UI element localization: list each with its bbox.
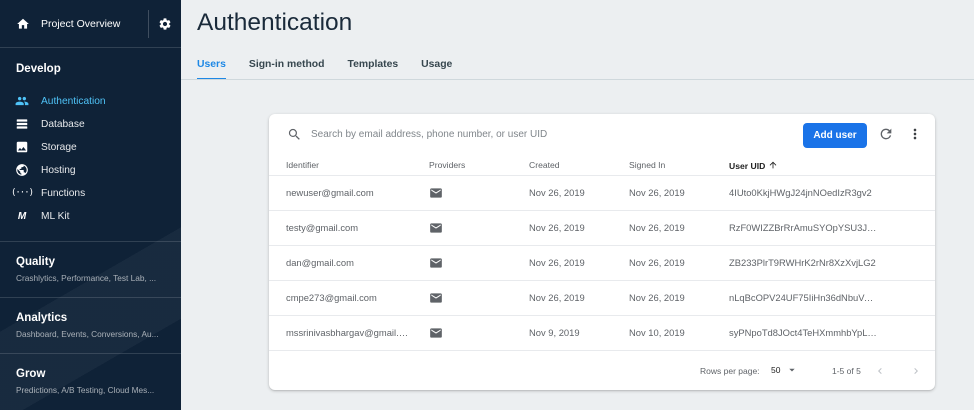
globe-icon bbox=[15, 163, 29, 177]
page-title: Authentication bbox=[197, 9, 353, 36]
sidebar-item-hosting[interactable]: Hosting bbox=[0, 159, 181, 181]
table-row[interactable]: cmpe273@gmail.com Nov 26, 2019 Nov 26, 2… bbox=[269, 280, 935, 315]
dropdown-arrow-icon bbox=[787, 365, 797, 375]
cell-user-uid: ZB233PlrT9RWHrK2rNr8XzXvjLG2 bbox=[729, 257, 876, 268]
quality-section-title[interactable]: Quality bbox=[16, 256, 55, 268]
cell-user-uid: nLqBcOPV24UF75IiHn36dNbuVAu1 bbox=[729, 292, 879, 303]
chevron-left-icon[interactable] bbox=[874, 364, 886, 376]
analytics-section-title[interactable]: Analytics bbox=[16, 312, 67, 324]
email-icon bbox=[429, 175, 445, 210]
tab-bar: Users Sign-in method Templates Usage bbox=[197, 50, 475, 80]
cell-user-uid: 4IUto0KkjHWgJ24jnNOedIzR3gv2 bbox=[729, 187, 872, 198]
sidebar-item-label: ML Kit bbox=[41, 210, 70, 222]
photo-icon bbox=[15, 140, 29, 154]
table-row[interactable]: dan@gmail.com Nov 26, 2019 Nov 26, 2019 … bbox=[269, 245, 935, 280]
grow-section-title[interactable]: Grow bbox=[16, 368, 45, 380]
grow-section-subtitle: Predictions, A/B Testing, Cloud Mes... bbox=[16, 385, 155, 395]
develop-section-title: Develop bbox=[16, 63, 61, 75]
table-row[interactable]: mssrinivasbhargav@gmail.c... Nov 9, 2019… bbox=[269, 315, 935, 350]
settings-button[interactable] bbox=[149, 0, 181, 48]
search-icon bbox=[287, 127, 302, 142]
cell-signed-in: Nov 10, 2019 bbox=[629, 327, 685, 338]
sidebar-item-ml-kit[interactable]: M ML Kit bbox=[0, 205, 181, 227]
email-icon bbox=[429, 210, 445, 245]
cell-signed-in: Nov 26, 2019 bbox=[629, 222, 685, 233]
row-divider bbox=[269, 350, 935, 351]
sidebar-item-label: Functions bbox=[41, 187, 86, 199]
gear-icon bbox=[158, 17, 172, 31]
sidebar-item-label: Storage bbox=[41, 141, 77, 153]
cell-identifier: mssrinivasbhargav@gmail.c... bbox=[286, 327, 411, 338]
rows-per-page-select[interactable]: 50 bbox=[766, 363, 800, 377]
sidebar-item-storage[interactable]: Storage bbox=[0, 136, 181, 158]
sidebar-item-label: Database bbox=[41, 118, 85, 130]
sidebar: Project Overview Develop Authentication … bbox=[0, 0, 181, 410]
column-header-providers: Providers bbox=[429, 160, 466, 170]
column-header-signed-in[interactable]: Signed In bbox=[629, 160, 665, 170]
tab-sign-in-method[interactable]: Sign-in method bbox=[249, 50, 325, 80]
project-overview-link[interactable]: Project Overview bbox=[0, 0, 148, 48]
email-icon bbox=[429, 245, 445, 280]
rows-per-page-value: 50 bbox=[771, 365, 781, 375]
cell-signed-in: Nov 26, 2019 bbox=[629, 187, 685, 198]
cell-signed-in: Nov 26, 2019 bbox=[629, 292, 685, 303]
chevron-right-icon[interactable] bbox=[910, 364, 922, 376]
sidebar-divider bbox=[0, 241, 181, 242]
email-icon bbox=[429, 315, 445, 350]
quality-section-subtitle: Crashlytics, Performance, Test Lab, ... bbox=[16, 273, 157, 283]
tab-users[interactable]: Users bbox=[197, 50, 226, 80]
sidebar-item-functions[interactable]: (···) Functions bbox=[0, 182, 181, 204]
home-icon bbox=[16, 17, 30, 31]
cell-created: Nov 26, 2019 bbox=[529, 257, 585, 268]
sidebar-divider bbox=[0, 353, 181, 354]
tabs-divider bbox=[181, 79, 974, 80]
more-vert-icon[interactable] bbox=[907, 126, 923, 142]
add-user-button[interactable]: Add user bbox=[803, 123, 867, 148]
people-icon bbox=[15, 94, 29, 108]
cell-identifier: cmpe273@gmail.com bbox=[286, 292, 377, 303]
sidebar-item-database[interactable]: Database bbox=[0, 113, 181, 135]
cell-created: Nov 9, 2019 bbox=[529, 327, 580, 338]
project-overview-row: Project Overview bbox=[0, 0, 181, 48]
email-icon bbox=[429, 280, 445, 315]
analytics-section-subtitle: Dashboard, Events, Conversions, Au... bbox=[16, 329, 159, 339]
tab-usage[interactable]: Usage bbox=[421, 50, 452, 80]
pagination-range: 1-5 of 5 bbox=[832, 366, 861, 376]
cell-created: Nov 26, 2019 bbox=[529, 222, 585, 233]
column-header-identifier[interactable]: Identifier bbox=[286, 160, 319, 170]
arrow-up-icon bbox=[768, 160, 778, 170]
sidebar-divider bbox=[0, 297, 181, 298]
refresh-icon[interactable] bbox=[878, 126, 894, 142]
column-header-user-uid-label: User UID bbox=[729, 161, 766, 171]
functions-icon: (···) bbox=[10, 188, 34, 198]
database-icon bbox=[15, 117, 29, 131]
table-row[interactable]: newuser@gmail.com Nov 26, 2019 Nov 26, 2… bbox=[269, 175, 935, 210]
cell-created: Nov 26, 2019 bbox=[529, 292, 585, 303]
column-header-created[interactable]: Created bbox=[529, 160, 560, 170]
cell-identifier: testy@gmail.com bbox=[286, 222, 359, 233]
sidebar-watermark bbox=[0, 210, 181, 410]
ml-kit-icon: M bbox=[17, 210, 27, 222]
table-row[interactable]: testy@gmail.com Nov 26, 2019 Nov 26, 201… bbox=[269, 210, 935, 245]
cell-user-uid: RzF0WIZZBrRrAmuSYOpYSU3JpB... bbox=[729, 222, 879, 233]
cell-identifier: dan@gmail.com bbox=[286, 257, 354, 268]
cell-signed-in: Nov 26, 2019 bbox=[629, 257, 685, 268]
tab-templates[interactable]: Templates bbox=[348, 50, 399, 80]
rows-per-page-label: Rows per page: bbox=[700, 366, 760, 376]
cell-identifier: newuser@gmail.com bbox=[286, 187, 374, 198]
cell-user-uid: syPNpoTd8JOct4TeHXmmhbYpL0... bbox=[729, 327, 879, 338]
sidebar-item-label: Authentication bbox=[41, 95, 106, 107]
sidebar-item-label: Hosting bbox=[41, 164, 76, 176]
search-input[interactable] bbox=[311, 125, 731, 143]
column-header-user-uid[interactable]: User UID bbox=[729, 160, 778, 171]
cell-created: Nov 26, 2019 bbox=[529, 187, 585, 198]
sidebar-item-authentication[interactable]: Authentication bbox=[0, 90, 181, 112]
project-overview-label: Project Overview bbox=[41, 17, 121, 30]
users-card: Add user Identifier Providers Created Si… bbox=[269, 114, 935, 390]
